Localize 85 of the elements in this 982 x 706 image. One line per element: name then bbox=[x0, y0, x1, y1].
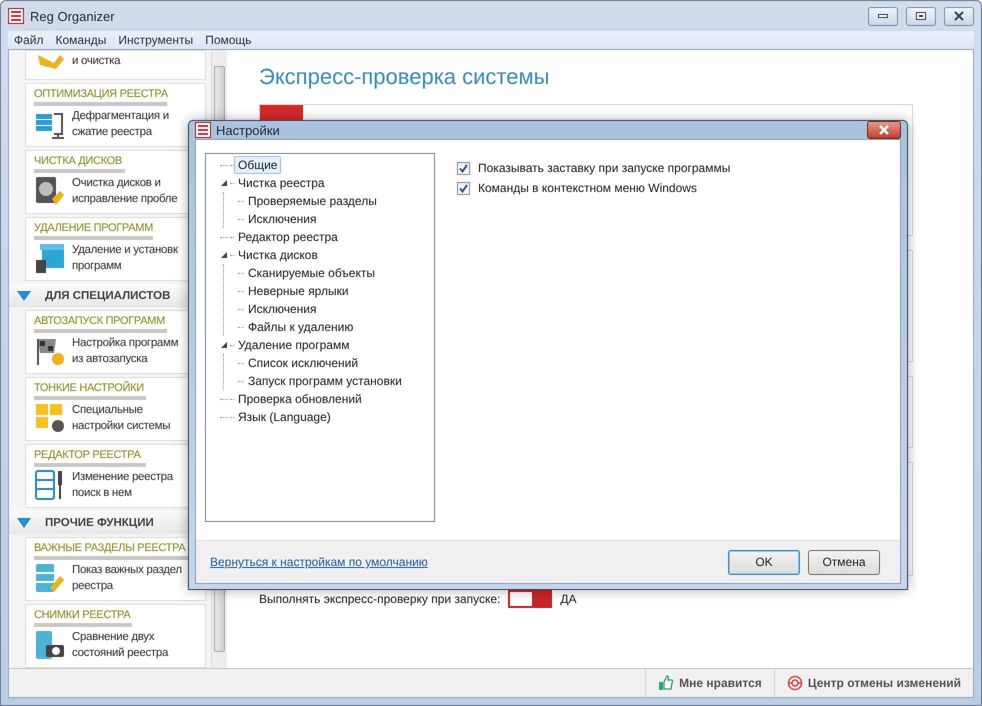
toggle-value: ДА bbox=[560, 592, 577, 606]
like-button[interactable]: Мне нравится bbox=[645, 669, 774, 697]
tree-item[interactable]: Список исключений bbox=[244, 354, 362, 372]
tree-item[interactable]: Файлы к удалению bbox=[244, 318, 358, 336]
tool-description: состояний реестра bbox=[72, 646, 168, 661]
expander-icon[interactable] bbox=[221, 252, 227, 258]
tree-item[interactable]: Общие bbox=[234, 156, 282, 174]
minimize-icon bbox=[878, 14, 888, 18]
tree-item[interactable]: Чистка дисков bbox=[234, 246, 322, 264]
tree-item[interactable]: Исключения bbox=[244, 210, 321, 228]
tool-description: исправление пробле bbox=[72, 192, 178, 207]
tree-item[interactable]: Язык (Language) bbox=[234, 408, 335, 426]
tool-card[interactable]: ОПТИМИЗАЦИЯ РЕЕСТРА Дефрагментация и сжатие реестра bbox=[25, 83, 206, 147]
checkbox[interactable] bbox=[457, 162, 470, 174]
tool-description: Изменение реестра bbox=[72, 470, 173, 485]
close-button[interactable] bbox=[867, 121, 901, 139]
ok-button[interactable]: OK bbox=[728, 550, 800, 574]
menu-item[interactable]: Помощь bbox=[199, 33, 258, 47]
tree-item[interactable]: Проверка обновлений bbox=[234, 390, 366, 408]
minimize-button[interactable] bbox=[868, 6, 898, 26]
tool-description: реестра bbox=[72, 579, 114, 594]
tool-title: АВТОЗАПУСК ПРОГРАММ bbox=[34, 315, 166, 327]
box-trash-icon bbox=[34, 242, 66, 274]
close-icon bbox=[878, 125, 890, 135]
lifebuoy-icon bbox=[786, 675, 803, 691]
expander-icon[interactable] bbox=[221, 342, 227, 348]
app-icon bbox=[8, 8, 24, 24]
menu-item[interactable]: Файл bbox=[8, 33, 50, 47]
maximize-icon bbox=[916, 12, 926, 20]
menu-item[interactable]: Команды bbox=[50, 33, 112, 47]
toggle-switch[interactable] bbox=[508, 590, 552, 608]
expander-icon[interactable] bbox=[221, 180, 227, 186]
close-icon bbox=[953, 11, 965, 21]
tree-item[interactable]: Проверяемые разделы bbox=[244, 192, 381, 210]
maximize-button[interactable] bbox=[906, 6, 936, 26]
tool-description: из автозапуска bbox=[72, 352, 149, 367]
tree-item[interactable]: Редактор реестра bbox=[234, 228, 342, 246]
tool-description: поиск в нем bbox=[72, 486, 133, 501]
tool-title: СНИМКИ РЕЕСТРА bbox=[34, 609, 132, 621]
tool-card[interactable]: и очистка bbox=[25, 50, 206, 80]
group-label: ПРОЧИЕ ФУНКЦИИ bbox=[45, 516, 154, 528]
tool-description: Очистка дисков и bbox=[72, 176, 162, 191]
tree-item[interactable]: Сканируемые объекты bbox=[244, 264, 379, 282]
tool-title: ВАЖНЫЕ РАЗДЕЛЫ РЕЕСТРА bbox=[34, 542, 186, 554]
menu-item[interactable]: Инструменты bbox=[112, 33, 200, 47]
page-heading: Экспресс-проверка системы bbox=[259, 64, 550, 90]
window-title: Reg Organizer bbox=[30, 8, 115, 24]
tool-description: программ bbox=[72, 259, 122, 274]
checkbox-label[interactable]: Показывать заставку при запуске программы bbox=[478, 161, 730, 175]
group-label: ДЛЯ СПЕЦИАЛИСТОВ bbox=[45, 290, 170, 302]
tool-description: Дефрагментация и bbox=[72, 109, 169, 124]
tool-description: Удаление и установк bbox=[72, 243, 178, 258]
tool-title: РЕДАКТОР РЕЕСТРА bbox=[34, 449, 142, 461]
tool-description: Настройка программ bbox=[72, 336, 178, 351]
dialog-title: Настройки bbox=[216, 122, 280, 138]
tool-description: сжатие реестра bbox=[72, 125, 154, 140]
disk-broom-icon bbox=[34, 175, 66, 207]
check-icon bbox=[459, 164, 468, 172]
tree-item[interactable]: Исключения bbox=[244, 300, 321, 318]
tool-description: и очистка bbox=[72, 54, 120, 69]
tool-description: настройки системы bbox=[72, 419, 170, 434]
close-button[interactable] bbox=[944, 6, 974, 26]
undo-center-button[interactable]: Центр отмены изменений bbox=[774, 669, 973, 697]
tool-title: ОПТИМИЗАЦИЯ РЕЕСТРА bbox=[34, 88, 169, 100]
cancel-button[interactable]: Отмена bbox=[808, 550, 880, 574]
checkbox-label[interactable]: Команды в контекстном меню Windows bbox=[478, 181, 697, 195]
tool-title: ТОНКИЕ НАСТРОЙКИ bbox=[34, 382, 145, 394]
tool-description: Сравнение двух bbox=[72, 630, 156, 645]
tree-item[interactable]: Запуск программ установки bbox=[244, 372, 406, 390]
tool-card[interactable]: ВАЖНЫЕ РАЗДЕЛЫ РЕЕСТРА Показ важных раздел реестра bbox=[25, 537, 206, 601]
tree-item[interactable]: Неверные ярлыки bbox=[244, 282, 353, 300]
thumbs-up-icon bbox=[658, 675, 674, 691]
tree-item[interactable]: Удаление программ bbox=[234, 336, 354, 354]
checkbox[interactable] bbox=[457, 182, 470, 194]
tool-description: Показ важных раздел bbox=[72, 563, 182, 578]
cabinet-camera-icon bbox=[34, 629, 66, 661]
check-icon bbox=[459, 184, 468, 192]
tool-description: Специальные bbox=[72, 403, 144, 418]
startup-check-label: Выполнять экспресс-проверку при запуске: bbox=[259, 592, 500, 606]
cabinet-broom-icon bbox=[34, 562, 66, 594]
tool-title: ЧИСТКА ДИСКОВ bbox=[34, 155, 123, 167]
tree-item[interactable]: Чистка реестра bbox=[234, 174, 329, 192]
tool-title: УДАЛЕНИЕ ПРОГРАММ bbox=[34, 222, 154, 234]
tool-card[interactable]: СНИМКИ РЕЕСТРА Сравнение двух состояний реестра bbox=[25, 604, 206, 668]
reset-defaults-link[interactable]: Вернуться к настройкам по умолчанию bbox=[210, 555, 428, 569]
